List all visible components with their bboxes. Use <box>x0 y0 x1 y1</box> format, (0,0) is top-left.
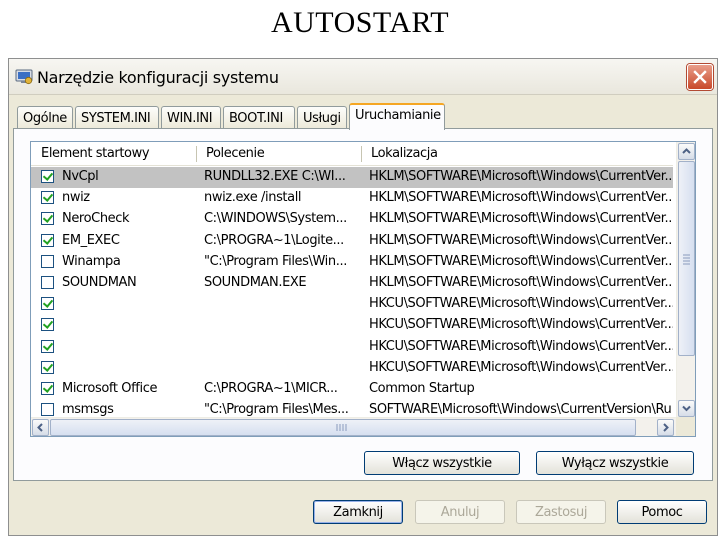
title-bar[interactable]: Narzędzie konfiguracji systemu <box>9 59 717 95</box>
list-rows: NvCpl RUNDLL32.EXE C:\WI... HKLM\SOFTWAR… <box>31 167 673 421</box>
column-header-command[interactable]: Polecenie <box>206 146 265 161</box>
startup-item-command: C:\PROGRA~1\Logite... <box>204 232 344 248</box>
startup-item-name: SOUNDMAN <box>62 274 137 290</box>
list-item[interactable]: HKCU\SOFTWARE\Microsoft\Windows\CurrentV… <box>31 337 673 358</box>
startup-item-name: NeroCheck <box>62 211 130 227</box>
startup-checkbox[interactable] <box>41 381 54 395</box>
column-header-location[interactable]: Lokalizacja <box>371 146 438 161</box>
startup-checkbox[interactable] <box>41 233 54 247</box>
startup-item-location: HKLM\SOFTWARE\Microsoft\Windows\CurrentV… <box>369 211 673 227</box>
list-item[interactable]: SOUNDMAN SOUNDMAN.EXE HKLM\SOFTWARE\Micr… <box>31 273 673 294</box>
msconfig-icon <box>15 69 33 85</box>
startup-item-command: C:\PROGRA~1\MICR... <box>204 380 338 396</box>
tab-system-ini[interactable]: SYSTEM.INI <box>75 106 159 129</box>
startup-item-location: Common Startup <box>369 380 475 396</box>
startup-item-name: nwiz <box>62 190 90 206</box>
startup-checkbox[interactable] <box>41 339 54 353</box>
startup-list: Element startowy Polecenie Lokalizacja N… <box>30 141 696 437</box>
scrollbar-corner <box>676 417 695 436</box>
startup-item-command: "C:\Program Files\Mes... <box>204 402 349 418</box>
tab-strip: Ogólne SYSTEM.INI WIN.INI BOOT.INI Usług… <box>13 103 713 130</box>
apply-button[interactable]: Zastosuj <box>516 500 606 524</box>
startup-item-location: HKCU\SOFTWARE\Microsoft\Windows\CurrentV… <box>369 359 673 375</box>
tab-general[interactable]: Ogólne <box>17 106 73 129</box>
startup-item-name: EM_EXEC <box>62 232 120 248</box>
startup-checkbox[interactable] <box>41 360 54 374</box>
help-button[interactable]: Pomoc <box>617 500 707 524</box>
disable-all-button[interactable]: Wyłącz wszystkie <box>536 451 694 475</box>
startup-item-name: NvCpl <box>62 169 99 184</box>
chevron-left-icon <box>37 423 43 432</box>
startup-item-location: HKCU\SOFTWARE\Microsoft\Windows\CurrentV… <box>369 317 673 333</box>
chevron-right-icon <box>663 423 669 432</box>
startup-item-location: HKLM\SOFTWARE\Microsoft\Windows\CurrentV… <box>369 253 673 269</box>
list-item[interactable]: Microsoft Office C:\PROGRA~1\MICR... Com… <box>31 379 673 400</box>
list-item[interactable]: EM_EXEC C:\PROGRA~1\Logite... HKLM\SOFTW… <box>31 231 673 252</box>
startup-item-name: Winampa <box>62 253 121 269</box>
grip-icon <box>683 254 690 265</box>
scroll-right-button[interactable] <box>657 419 674 436</box>
tab-boot-ini[interactable]: BOOT.INI <box>223 106 295 129</box>
column-divider[interactable] <box>361 146 362 162</box>
startup-checkbox[interactable] <box>41 403 54 417</box>
scroll-left-button[interactable] <box>32 419 49 436</box>
startup-item-location: HKLM\SOFTWARE\Microsoft\Windows\CurrentV… <box>369 190 673 206</box>
startup-item-location: HKLM\SOFTWARE\Microsoft\Windows\CurrentV… <box>369 232 673 248</box>
list-item[interactable]: NvCpl RUNDLL32.EXE C:\WI... HKLM\SOFTWAR… <box>31 167 673 189</box>
startup-item-command: RUNDLL32.EXE C:\WI... <box>204 169 346 184</box>
startup-item-command: SOUNDMAN.EXE <box>204 274 307 290</box>
startup-item-location: HKLM\SOFTWARE\Microsoft\Windows\CurrentV… <box>369 274 673 290</box>
startup-item-location: HKLM\SOFTWARE\Microsoft\Windows\CurrentV… <box>369 169 673 184</box>
startup-item-name: Microsoft Office <box>62 380 158 396</box>
scroll-down-button[interactable] <box>678 400 695 417</box>
startup-item-command: nwiz.exe /install <box>204 190 302 206</box>
startup-checkbox[interactable] <box>41 318 54 332</box>
vertical-scrollbar[interactable] <box>676 142 695 419</box>
close-icon <box>693 70 707 84</box>
list-item[interactable]: HKCU\SOFTWARE\Microsoft\Windows\CurrentV… <box>31 294 673 315</box>
column-header-startup-item[interactable]: Element startowy <box>41 146 150 161</box>
close-button[interactable] <box>687 64 713 90</box>
tab-win-ini[interactable]: WIN.INI <box>161 106 221 129</box>
window-title: Narzędzie konfiguracji systemu <box>37 68 279 87</box>
list-header: Element startowy Polecenie Lokalizacja <box>31 142 673 166</box>
list-item[interactable]: HKCU\SOFTWARE\Microsoft\Windows\CurrentV… <box>31 358 673 379</box>
chevron-down-icon <box>682 405 691 412</box>
startup-checkbox[interactable] <box>41 191 54 205</box>
startup-item-command: C:\WINDOWS\System... <box>204 211 347 227</box>
slide-title: AUTOSTART <box>270 6 450 39</box>
horizontal-scroll-thumb[interactable] <box>50 419 636 436</box>
enable-all-button[interactable]: Włącz wszystkie <box>364 451 520 475</box>
cancel-button[interactable]: Anuluj <box>415 500 505 524</box>
startup-checkbox[interactable] <box>41 275 54 289</box>
chevron-up-icon <box>682 148 691 154</box>
msconfig-window: Narzędzie konfiguracji systemu Ogólne SY… <box>8 58 718 536</box>
startup-checkbox[interactable] <box>41 254 54 268</box>
vertical-scroll-thumb[interactable] <box>678 161 695 356</box>
tab-services[interactable]: Usługi <box>297 106 347 129</box>
startup-checkbox[interactable] <box>41 297 54 311</box>
grip-icon <box>336 424 347 431</box>
horizontal-scrollbar[interactable] <box>31 417 678 436</box>
close-dialog-button[interactable]: Zamknij <box>313 500 403 524</box>
list-item[interactable]: Winampa "C:\Program Files\Win... HKLM\SO… <box>31 252 673 273</box>
startup-item-command: "C:\Program Files\Win... <box>204 253 347 269</box>
list-item[interactable]: HKCU\SOFTWARE\Microsoft\Windows\CurrentV… <box>31 315 673 336</box>
column-divider[interactable] <box>196 146 197 162</box>
startup-item-location: HKCU\SOFTWARE\Microsoft\Windows\CurrentV… <box>369 296 673 312</box>
list-item[interactable]: nwiz nwiz.exe /install HKLM\SOFTWARE\Mic… <box>31 188 673 209</box>
startup-item-location: HKCU\SOFTWARE\Microsoft\Windows\CurrentV… <box>369 338 673 354</box>
startup-panel: Element startowy Polecenie Lokalizacja N… <box>13 128 713 481</box>
startup-item-location: SOFTWARE\Microsoft\Windows\CurrentVersio… <box>369 402 672 418</box>
startup-checkbox[interactable] <box>41 170 54 183</box>
startup-item-name: msmsgs <box>62 402 114 418</box>
startup-checkbox[interactable] <box>41 212 54 226</box>
scroll-up-button[interactable] <box>678 143 695 160</box>
tab-startup[interactable]: Uruchamianie <box>349 103 445 130</box>
list-item[interactable]: NeroCheck C:\WINDOWS\System... HKLM\SOFT… <box>31 209 673 230</box>
